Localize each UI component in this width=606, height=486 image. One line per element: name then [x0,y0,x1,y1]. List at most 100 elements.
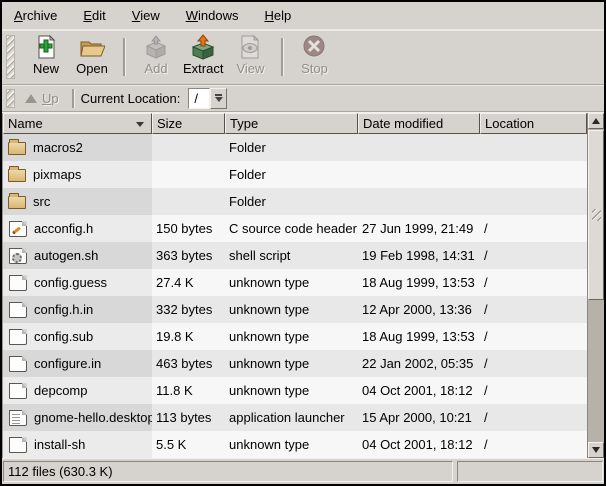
file-type: unknown type [225,350,358,377]
file-size: 19.8 K [152,323,225,350]
table-row[interactable]: install-sh 5.5 K unknown type 04 Oct 200… [3,431,587,458]
table-row[interactable]: gnome-hello.desktop 113 bytes applicatio… [3,404,587,431]
file-name: pixmaps [33,167,81,182]
document-icon [9,383,27,399]
combo-arrow-icon [215,94,222,96]
table-row[interactable]: depcomp 11.8 K unknown type 04 Oct 2001,… [3,377,587,404]
location-combo: / [188,88,227,109]
column-headers: Name Size Type Date modified Location [3,113,587,134]
desktop-launcher-icon [9,410,27,426]
location-dropdown-button[interactable] [210,88,227,109]
menu-view[interactable]: View [130,4,162,27]
scroll-down-button[interactable] [588,442,604,458]
toolbar: New Open Add [2,30,604,85]
file-size: 5.5 K [152,431,225,458]
file-size [152,161,225,188]
location-input[interactable]: / [188,88,210,109]
up-button-label: Up [42,91,59,106]
view-button-label: View [236,61,264,76]
file-type: Folder [225,188,358,215]
menu-archive[interactable]: Archive [12,4,59,27]
file-location: / [480,323,587,350]
toolbar-drag-handle[interactable] [6,35,15,79]
file-name: macros2 [33,140,83,155]
locationbar-drag-handle[interactable] [6,89,15,108]
menu-windows[interactable]: Windows [184,4,241,27]
file-type: application launcher [225,404,358,431]
column-header-name[interactable]: Name [3,113,152,134]
archive-manager-window: Archive Edit View Windows Help New Open [0,0,606,486]
current-location-label: Current Location: [81,91,181,106]
file-name: configure.in [34,356,101,371]
column-header-date-modified[interactable]: Date modified [358,113,480,134]
add-button-label: Add [144,61,167,76]
open-button[interactable]: Open [69,33,115,81]
scroll-up-button[interactable] [588,113,604,129]
table-row[interactable]: config.h.in 332 bytes unknown type 12 Ap… [3,296,587,323]
file-date: 18 Aug 1999, 13:53 [358,269,480,296]
add-files-icon [143,34,169,60]
up-arrow-icon [25,94,37,103]
file-name: src [33,194,50,209]
file-location: / [480,269,587,296]
stop-button: Stop [291,33,337,81]
folder-icon [8,142,26,155]
file-location: / [480,296,587,323]
file-location: / [480,431,587,458]
file-size: 27.4 K [152,269,225,296]
file-name: config.h.in [34,302,93,317]
scroll-down-arrow-icon [592,447,600,453]
statusbar-progress-area [457,461,603,482]
vertical-scrollbar[interactable] [587,113,604,458]
file-size: 113 bytes [152,404,225,431]
file-size [152,188,225,215]
table-row[interactable]: acconfig.h 150 bytes C source code heade… [3,215,587,242]
column-header-size[interactable]: Size [152,113,225,134]
extract-button-label: Extract [183,61,223,76]
table-row[interactable]: macros2 Folder [3,134,587,161]
document-icon [9,437,27,453]
file-date [358,134,480,161]
folder-icon [8,169,26,182]
extract-button[interactable]: Extract [179,33,227,81]
table-row[interactable]: src Folder [3,188,587,215]
file-date: 15 Apr 2000, 10:21 [358,404,480,431]
file-name: install-sh [34,437,85,452]
file-name: config.guess [34,275,107,290]
file-type: C source code header [225,215,358,242]
statusbar-file-count: 112 files (630.3 K) [3,461,453,482]
file-size: 363 bytes [152,242,225,269]
file-location: / [480,242,587,269]
toolbar-separator [281,38,283,76]
table-row[interactable]: autogen.sh 363 bytes shell script 19 Feb… [3,242,587,269]
scrollbar-thumb[interactable] [588,130,604,300]
location-bar: Up Current Location: / [2,85,604,112]
new-button-label: New [33,61,59,76]
table-row[interactable]: pixmaps Folder [3,161,587,188]
new-button[interactable]: New [23,33,69,81]
file-name: config.sub [34,329,93,344]
file-location: / [480,350,587,377]
file-date: 27 Jun 1999, 21:49 [358,215,480,242]
statusbar: 112 files (630.3 K) [2,458,604,484]
menu-edit[interactable]: Edit [81,4,107,27]
column-header-location[interactable]: Location [480,113,587,134]
table-row[interactable]: configure.in 463 bytes unknown type 22 J… [3,350,587,377]
file-date: 12 Apr 2000, 13:36 [358,296,480,323]
file-type: Folder [225,161,358,188]
open-button-label: Open [76,61,108,76]
extract-icon [190,34,216,60]
menubar: Archive Edit View Windows Help [2,2,604,30]
column-header-type[interactable]: Type [225,113,358,134]
file-size: 463 bytes [152,350,225,377]
table-row[interactable]: config.guess 27.4 K unknown type 18 Aug … [3,269,587,296]
file-list: Name Size Type Date modified Location ma… [2,113,587,458]
menu-help[interactable]: Help [262,4,293,27]
table-row[interactable]: config.sub 19.8 K unknown type 18 Aug 19… [3,323,587,350]
file-size: 332 bytes [152,296,225,323]
document-icon [9,302,27,318]
view-file-icon [237,34,263,60]
file-type: unknown type [225,269,358,296]
file-size [152,134,225,161]
locationbar-separator [72,89,74,108]
